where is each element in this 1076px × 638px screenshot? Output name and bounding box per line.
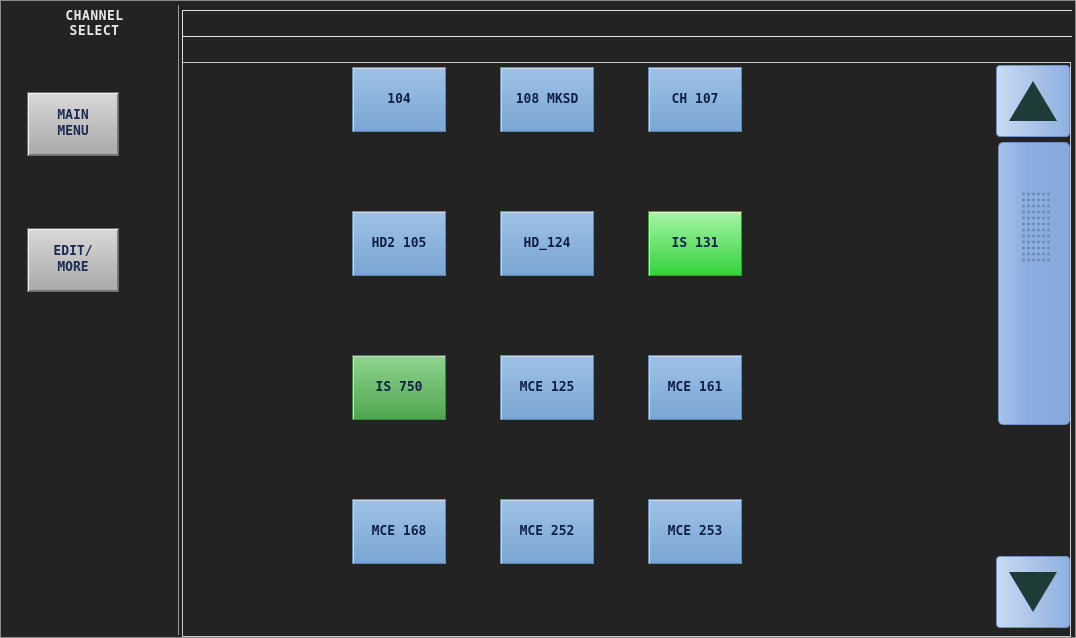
channel-button-hd-124[interactable]: HD_124 [500,211,594,276]
channel-button-mce-252[interactable]: MCE 252 [500,499,594,564]
channel-button-mce-168[interactable]: MCE 168 [352,499,446,564]
app-window: CHANNEL SELECT MAIN MENU EDIT/ MORE 104 … [0,0,1076,638]
header-line-top [182,10,1072,11]
channel-grid-panel [182,62,1071,637]
channel-button-is-131[interactable]: IS 131 [648,211,742,276]
edit-more-button[interactable]: EDIT/ MORE [27,228,119,292]
triangle-down-icon [1009,572,1057,612]
channel-button-108-mksd[interactable]: 108 MKSD [500,67,594,132]
channel-button-hd2-105[interactable]: HD2 105 [352,211,446,276]
triangle-up-icon [1009,81,1057,121]
scroll-down-button[interactable] [996,556,1070,628]
channel-button-104[interactable]: 104 [352,67,446,132]
channel-button-mce-253[interactable]: MCE 253 [648,499,742,564]
scroll-thumb[interactable] [998,142,1070,425]
page-title: CHANNEL SELECT [65,9,124,39]
channel-button-is-750[interactable]: IS 750 [352,355,446,420]
channel-button-mce-125[interactable]: MCE 125 [500,355,594,420]
channel-button-mce-161[interactable]: MCE 161 [648,355,742,420]
channel-button-ch-107[interactable]: CH 107 [648,67,742,132]
main-menu-button[interactable]: MAIN MENU [27,92,119,156]
header-line-middle [182,36,1072,37]
scroll-up-button[interactable] [996,65,1070,137]
grip-dots-icon [1021,191,1051,263]
header-line-left [182,11,183,63]
sidebar: CHANNEL SELECT MAIN MENU EDIT/ MORE [11,5,179,635]
